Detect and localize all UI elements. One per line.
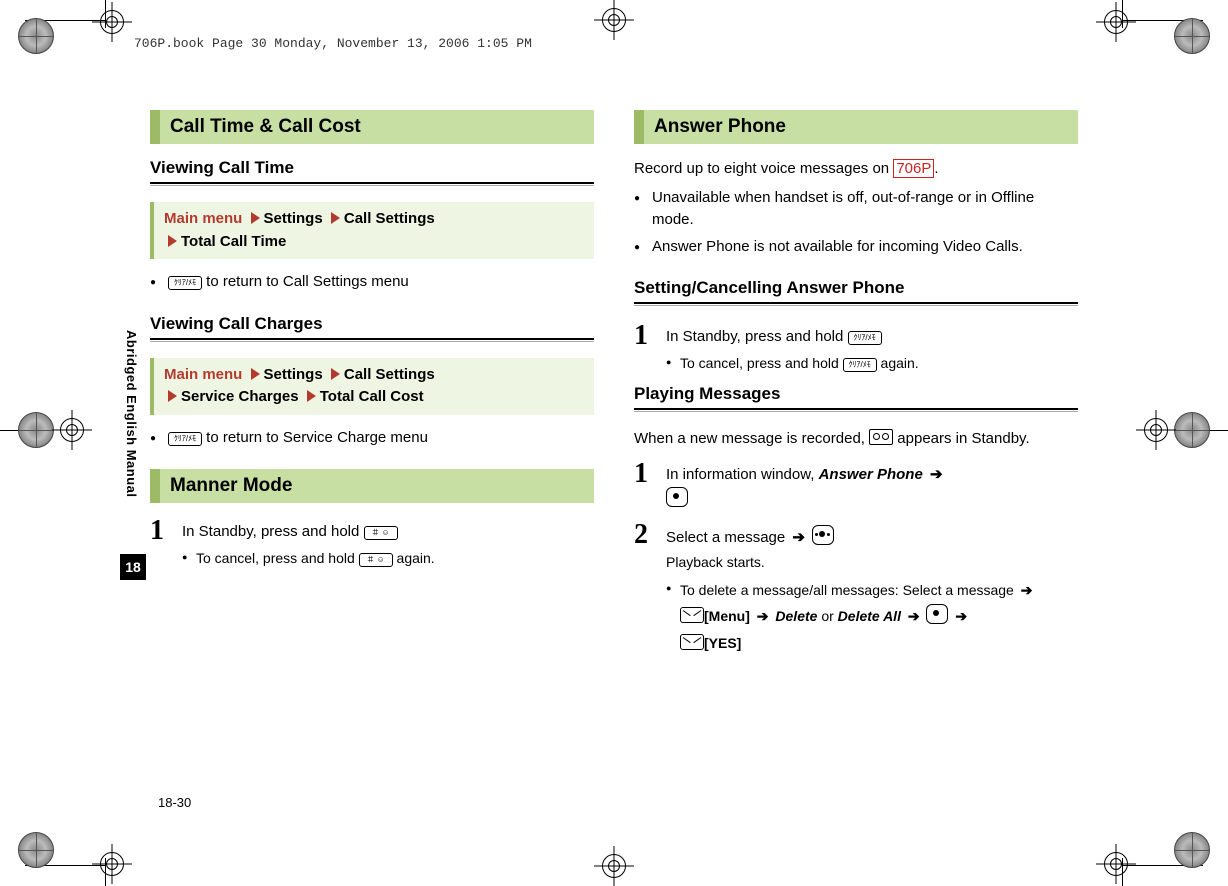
triangle-icon xyxy=(251,368,260,380)
ui-label-menu: [Menu] xyxy=(704,608,750,624)
sub-text: To cancel, press and hold xyxy=(680,355,839,371)
sub-bullet: To cancel, press and hold ｸﾘｱ/ﾒﾓ again. xyxy=(666,353,919,374)
step-1: 1 In information window, Answer Phone ➔ xyxy=(634,460,1078,511)
bullet-list: Unavailable when handset is off, out-of-… xyxy=(634,187,1078,259)
left-column: Call Time & Call Cost Viewing Call Time … xyxy=(150,110,594,786)
sub-text-tail: again. xyxy=(881,355,919,371)
bullet-item: ｸﾘｱ/ﾒﾓ to return to Service Charge menu xyxy=(150,427,594,450)
menu-item: Call Settings xyxy=(344,366,435,383)
step-number: 2 xyxy=(634,521,656,656)
text: appears in Standby. xyxy=(897,430,1029,447)
intro-text: Record up to eight voice messages on 706… xyxy=(634,158,1078,181)
print-header-meta: 706P.book Page 30 Monday, November 13, 2… xyxy=(134,36,532,51)
subheading-playing-messages: Playing Messages xyxy=(634,384,1078,404)
text: To delete a message/all messages: Select… xyxy=(680,582,1014,598)
center-key-icon xyxy=(926,604,948,624)
section-title: Call Time & Call Cost xyxy=(160,110,594,144)
subheading-viewing-call-charges: Viewing Call Charges xyxy=(150,314,594,334)
step-number: 1 xyxy=(150,517,172,569)
center-key-side-icon xyxy=(812,525,834,545)
section-title: Manner Mode xyxy=(160,469,594,503)
text: Record up to eight voice messages on xyxy=(634,160,889,177)
menu-item: Service Charges xyxy=(181,388,299,405)
step-1: 1 In Standby, press and hold ＃ ☺ To canc… xyxy=(150,517,594,569)
sub-text: To cancel, press and hold xyxy=(196,550,355,566)
menu-item: Settings xyxy=(264,366,323,383)
sub-text-tail: again. xyxy=(397,550,435,566)
sub-bullet: To delete a message/all messages: Select… xyxy=(666,577,1035,657)
side-label: Abridged English Manual xyxy=(124,330,139,498)
section-answer-phone: Answer Phone xyxy=(634,110,1078,144)
model-number-highlight: 706P xyxy=(893,159,934,178)
ui-label-yes: [YES] xyxy=(704,635,741,651)
center-key-icon xyxy=(666,487,688,507)
step-number: 1 xyxy=(634,460,656,511)
subheading-viewing-call-time: Viewing Call Time xyxy=(150,158,594,178)
mail-key-icon xyxy=(680,607,704,623)
section-title: Answer Phone xyxy=(644,110,1078,144)
clear-key-icon: ｸﾘｱ/ﾒﾓ xyxy=(843,358,877,372)
menu-item: Total Call Time xyxy=(181,233,286,250)
arrow-icon: ➔ xyxy=(1021,577,1033,604)
text: . xyxy=(934,160,938,177)
menu-path-call-time: Main menu Settings Call Settings Total C… xyxy=(150,202,594,259)
text: or xyxy=(821,608,833,624)
triangle-icon xyxy=(251,212,260,224)
triangle-icon xyxy=(331,212,340,224)
bullet-item: Unavailable when handset is off, out-of-… xyxy=(634,187,1078,232)
arrow-icon: ➔ xyxy=(792,527,805,550)
bullet-item: ｸﾘｱ/ﾒﾓ to return to Call Settings menu xyxy=(150,271,594,294)
playing-intro: When a new message is recorded, appears … xyxy=(634,428,1078,451)
triangle-icon xyxy=(168,235,177,247)
clear-key-icon: ｸﾘｱ/ﾒﾓ xyxy=(848,331,882,345)
hash-key-icon: ＃ ☺ xyxy=(364,526,398,540)
triangle-icon xyxy=(307,390,316,402)
step-text: In Standby, press and hold xyxy=(666,328,843,345)
step-2: 2 Select a message ➔ Playback starts. To… xyxy=(634,521,1078,656)
ui-label-answer-phone: Answer Phone xyxy=(819,466,923,483)
bullet-list: ｸﾘｱ/ﾒﾓ to return to Call Settings menu xyxy=(150,271,594,294)
bullet-item: Answer Phone is not available for incomi… xyxy=(634,236,1078,259)
right-column: Answer Phone Record up to eight voice me… xyxy=(634,110,1078,786)
chapter-number: 18 xyxy=(120,554,146,580)
ui-label-delete-all: Delete All xyxy=(838,608,901,624)
clear-key-icon: ｸﾘｱ/ﾒﾓ xyxy=(168,432,202,446)
subheading-setting-cancelling: Setting/Cancelling Answer Phone xyxy=(634,278,1078,298)
step-text: In Standby, press and hold xyxy=(182,523,359,540)
triangle-icon xyxy=(168,390,177,402)
step-1: 1 In Standby, press and hold ｸﾘｱ/ﾒﾓ To c… xyxy=(634,322,1078,374)
arrow-icon: ➔ xyxy=(955,603,967,630)
step-text: Select a message xyxy=(666,529,785,546)
menu-item: Call Settings xyxy=(344,210,435,227)
step-note: Playback starts. xyxy=(666,552,1035,573)
step-text: In information window, xyxy=(666,466,814,483)
arrow-icon: ➔ xyxy=(757,603,769,630)
section-manner-mode: Manner Mode xyxy=(150,469,594,503)
text: When a new message is recorded, xyxy=(634,430,865,447)
step-number: 1 xyxy=(634,322,656,374)
bullet-text: to return to Call Settings menu xyxy=(206,273,409,290)
hash-key-icon: ＃ ☺ xyxy=(359,553,393,567)
tape-icon xyxy=(869,429,893,445)
ui-label-delete: Delete xyxy=(775,608,817,624)
clear-key-icon: ｸﾘｱ/ﾒﾓ xyxy=(168,276,202,290)
mail-key-icon xyxy=(680,634,704,650)
menu-prefix: Main menu xyxy=(164,366,242,383)
bullet-list: ｸﾘｱ/ﾒﾓ to return to Service Charge menu xyxy=(150,427,594,450)
sub-bullet: To cancel, press and hold ＃ ☺ again. xyxy=(182,548,435,569)
menu-path-call-charges: Main menu Settings Call Settings Service… xyxy=(150,358,594,415)
arrow-icon: ➔ xyxy=(908,603,920,630)
menu-prefix: Main menu xyxy=(164,210,242,227)
menu-item: Settings xyxy=(264,210,323,227)
arrow-icon: ➔ xyxy=(930,464,943,487)
menu-item: Total Call Cost xyxy=(320,388,424,405)
bullet-text: to return to Service Charge menu xyxy=(206,429,428,446)
page-number: 18-30 xyxy=(158,795,191,810)
section-call-time-cost: Call Time & Call Cost xyxy=(150,110,594,144)
triangle-icon xyxy=(331,368,340,380)
